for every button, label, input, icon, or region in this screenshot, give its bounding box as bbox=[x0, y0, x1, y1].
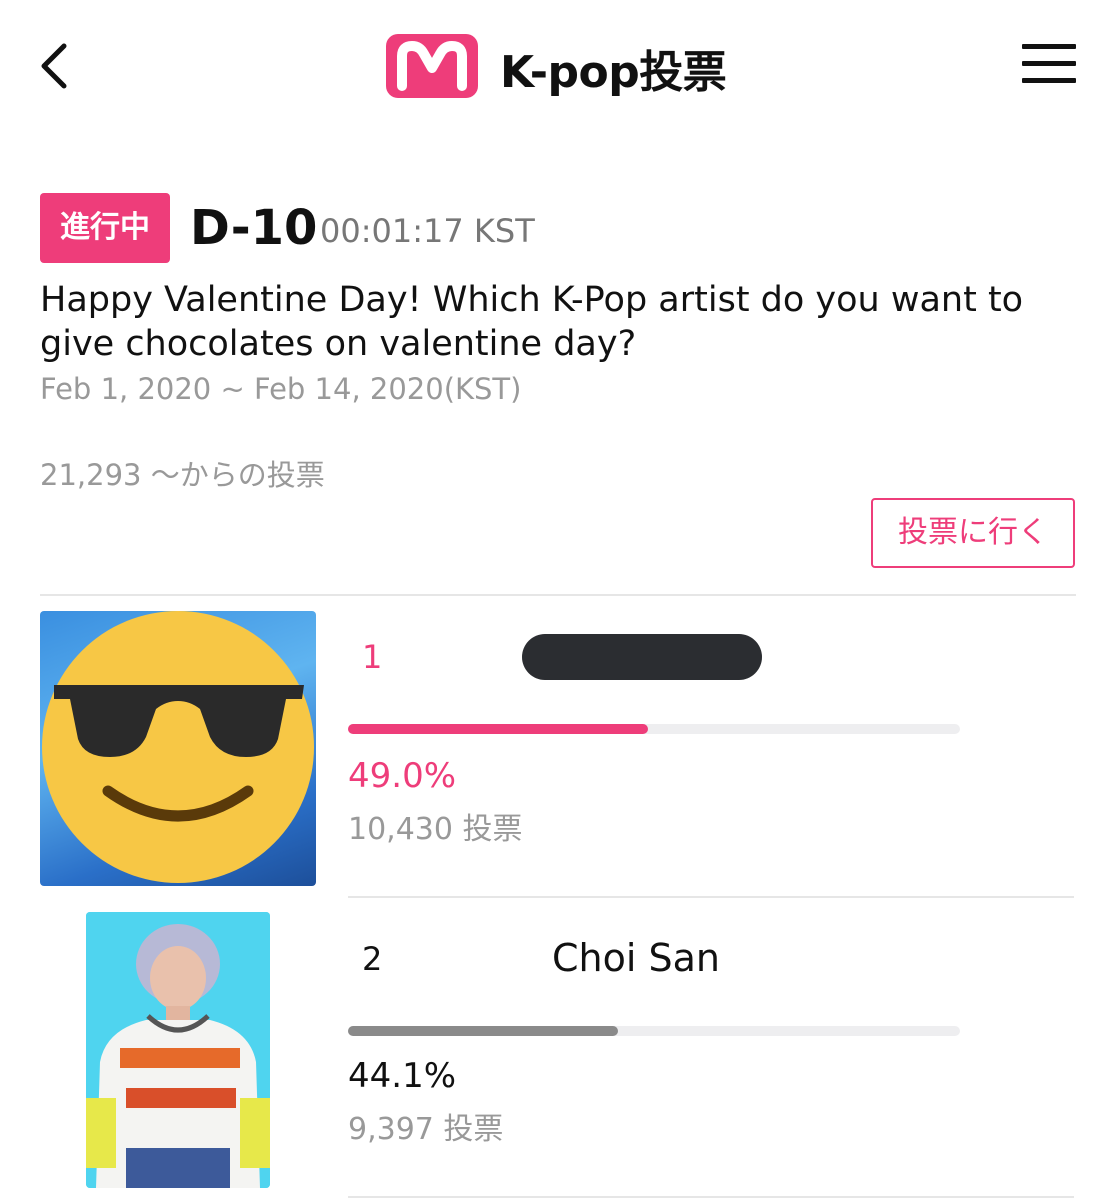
chevron-left-icon bbox=[41, 43, 67, 89]
rank-2-name: Choi San bbox=[552, 936, 720, 980]
app-title: K-pop投票 bbox=[500, 47, 727, 98]
rank-1-percent: 49.0% bbox=[348, 756, 457, 796]
mnet-logo-icon bbox=[386, 34, 478, 98]
d-day-counter: D-10 bbox=[190, 200, 318, 256]
go-vote-button[interactable]: 投票に行く bbox=[871, 498, 1075, 568]
vote-period: Feb 1, 2020 ~ Feb 14, 2020(KST) bbox=[40, 372, 522, 406]
rank-1-photo[interactable] bbox=[40, 611, 316, 886]
back-button[interactable] bbox=[30, 38, 80, 94]
rank-1-bar bbox=[348, 724, 960, 734]
rank-1-bar-fill bbox=[348, 724, 648, 734]
hamburger-menu-icon bbox=[1022, 44, 1076, 49]
rank-2-photo[interactable] bbox=[86, 912, 270, 1188]
rank-2-bar bbox=[348, 1026, 960, 1036]
rank-1-votes: 10,430 投票 bbox=[348, 812, 523, 847]
countdown-timer: 00:01:17 KST bbox=[320, 212, 535, 250]
rank-2-bar-fill bbox=[348, 1026, 618, 1036]
menu-button[interactable] bbox=[1022, 44, 1076, 88]
rank-2-number: 2 bbox=[362, 940, 383, 978]
rank-2-percent: 44.1% bbox=[348, 1056, 457, 1096]
divider bbox=[348, 1196, 1074, 1198]
status-badge: 進行中 bbox=[40, 193, 170, 263]
rank-1-name-redacted bbox=[522, 634, 762, 680]
total-vote-count: 21,293 ～からの投票 bbox=[40, 458, 325, 492]
artist-photo-icon bbox=[86, 912, 270, 1188]
vote-title: Happy Valentine Day! Which K-Pop artist … bbox=[40, 280, 1024, 364]
vote-page: K-pop投票 進行中 D-10 00:01:17 KST Happy Vale… bbox=[0, 0, 1116, 1200]
sunglasses-emoji-icon bbox=[42, 611, 314, 883]
rank-1-number: 1 bbox=[362, 638, 383, 676]
divider bbox=[40, 594, 1076, 596]
rank-2-votes: 9,397 投票 bbox=[348, 1112, 504, 1147]
divider bbox=[348, 896, 1074, 898]
